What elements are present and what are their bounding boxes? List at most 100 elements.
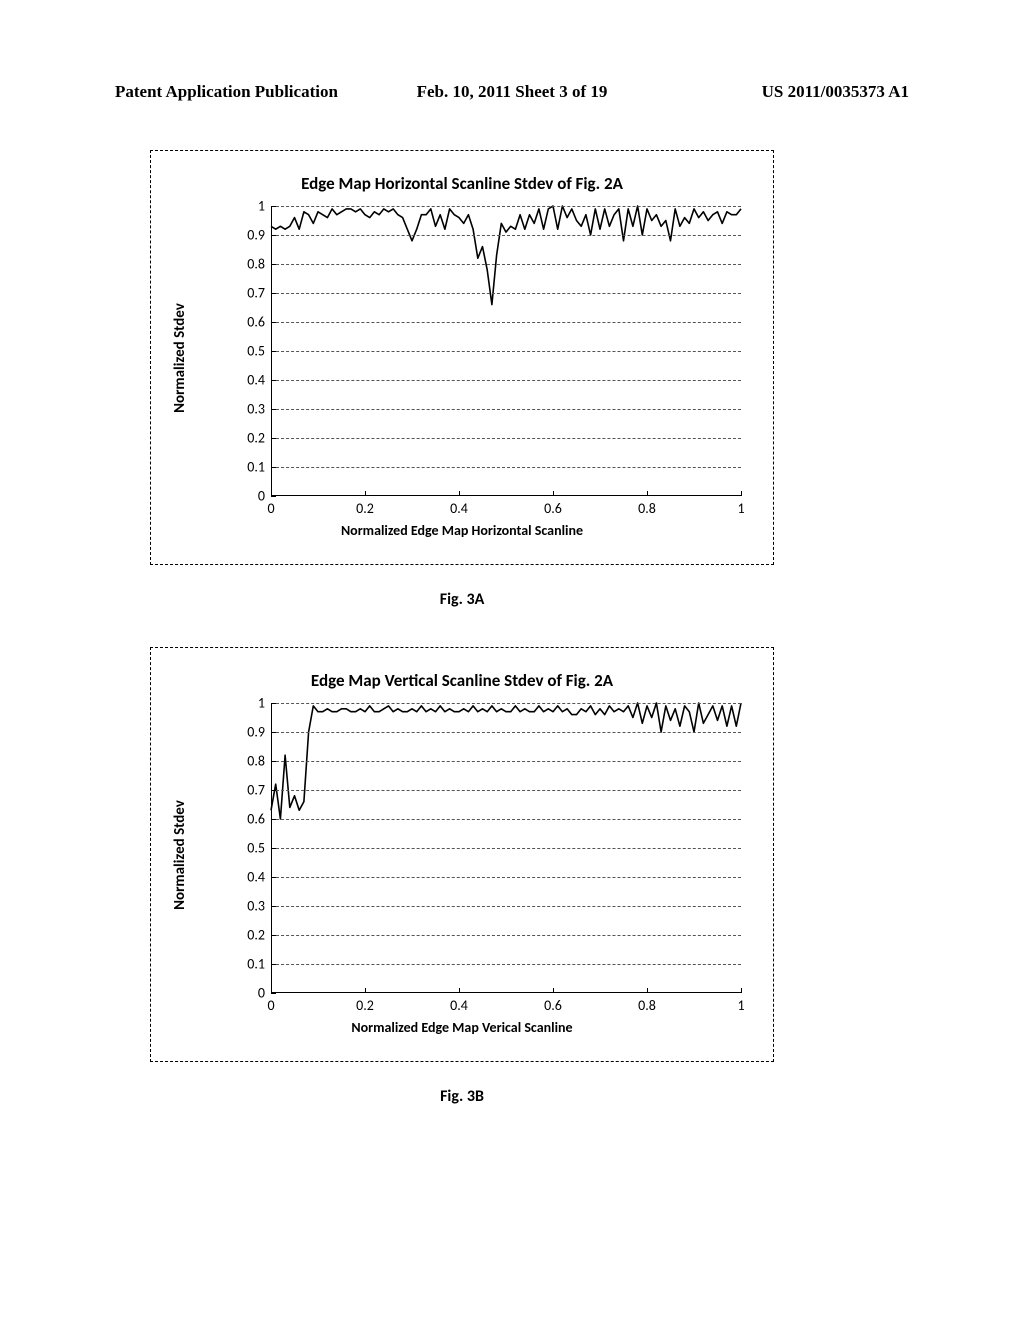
xtick-label: 0.6 bbox=[544, 500, 562, 517]
xtick bbox=[741, 988, 742, 993]
xtick bbox=[459, 988, 460, 993]
plot-area-b: 00.10.20.30.40.50.60.70.80.9100.20.40.60… bbox=[271, 703, 741, 993]
ytick-label: 0.2 bbox=[247, 430, 265, 447]
ytick bbox=[271, 761, 276, 762]
xtick-label: 0.6 bbox=[544, 997, 562, 1014]
page-header: Patent Application Publication Feb. 10, … bbox=[115, 82, 909, 102]
figure-3a: Edge Map Horizontal Scanline Stdev of Fi… bbox=[150, 150, 774, 609]
gridline bbox=[271, 877, 741, 878]
gridline bbox=[271, 293, 741, 294]
gridline bbox=[271, 438, 741, 439]
gridline bbox=[271, 264, 741, 265]
xlabel-a: Normalized Edge Map Horizontal Scanline bbox=[151, 522, 773, 539]
gridline bbox=[271, 206, 741, 207]
gridline bbox=[271, 906, 741, 907]
gridline bbox=[271, 848, 741, 849]
xtick bbox=[647, 491, 648, 496]
ytick bbox=[271, 409, 276, 410]
xtick bbox=[553, 491, 554, 496]
ytick-label: 0.3 bbox=[247, 898, 265, 915]
ytick-label: 1 bbox=[258, 198, 265, 215]
chart-title-a: Edge Map Horizontal Scanline Stdev of Fi… bbox=[151, 173, 773, 194]
gridline bbox=[271, 819, 741, 820]
ytick-label: 0.2 bbox=[247, 927, 265, 944]
gridline bbox=[271, 732, 741, 733]
ytick-label: 0.4 bbox=[247, 869, 265, 886]
xtick-label: 1 bbox=[737, 500, 744, 517]
ytick bbox=[271, 993, 276, 994]
gridline bbox=[271, 351, 741, 352]
xtick-label: 0.4 bbox=[450, 997, 468, 1014]
xtick-label: 0.2 bbox=[356, 500, 374, 517]
ytick-label: 0.3 bbox=[247, 401, 265, 418]
gridline bbox=[271, 964, 741, 965]
ytick bbox=[271, 206, 276, 207]
xtick bbox=[647, 988, 648, 993]
ytick-label: 0.1 bbox=[247, 459, 265, 476]
ytick bbox=[271, 496, 276, 497]
ytick bbox=[271, 848, 276, 849]
xtick bbox=[553, 988, 554, 993]
ytick bbox=[271, 438, 276, 439]
ytick bbox=[271, 964, 276, 965]
gridline bbox=[271, 322, 741, 323]
xtick-label: 0.8 bbox=[638, 997, 656, 1014]
ytick bbox=[271, 906, 276, 907]
xtick bbox=[271, 491, 272, 496]
ytick-label: 0.6 bbox=[247, 811, 265, 828]
xtick bbox=[271, 988, 272, 993]
line-series-a bbox=[271, 206, 741, 305]
plot-area-a: 00.10.20.30.40.50.60.70.80.9100.20.40.60… bbox=[271, 206, 741, 496]
xtick-label: 0.4 bbox=[450, 500, 468, 517]
gridline bbox=[271, 235, 741, 236]
ytick bbox=[271, 877, 276, 878]
ytick-label: 0.1 bbox=[247, 956, 265, 973]
xtick-label: 1 bbox=[737, 997, 744, 1014]
ytick bbox=[271, 467, 276, 468]
ytick bbox=[271, 732, 276, 733]
ytick bbox=[271, 322, 276, 323]
ytick-label: 0.7 bbox=[247, 285, 265, 302]
ytick-label: 1 bbox=[258, 695, 265, 712]
ytick bbox=[271, 703, 276, 704]
gridline bbox=[271, 790, 741, 791]
gridline bbox=[271, 761, 741, 762]
ytick-label: 0.9 bbox=[247, 227, 265, 244]
xtick-label: 0.2 bbox=[356, 997, 374, 1014]
ytick bbox=[271, 264, 276, 265]
ytick-label: 0.8 bbox=[247, 256, 265, 273]
xtick-label: 0 bbox=[267, 997, 274, 1014]
ytick-label: 0.7 bbox=[247, 782, 265, 799]
figure-caption-b: Fig. 3B bbox=[150, 1087, 774, 1106]
xtick bbox=[459, 491, 460, 496]
ylabel-b: Normalized Stdev bbox=[171, 648, 189, 1061]
header-center: Feb. 10, 2011 Sheet 3 of 19 bbox=[115, 82, 909, 102]
ytick-label: 0 bbox=[258, 488, 265, 505]
xtick-label: 0.8 bbox=[638, 500, 656, 517]
gridline bbox=[271, 380, 741, 381]
gridline bbox=[271, 467, 741, 468]
ytick-label: 0.9 bbox=[247, 724, 265, 741]
gridline bbox=[271, 409, 741, 410]
figure-3b: Edge Map Vertical Scanline Stdev of Fig.… bbox=[150, 647, 774, 1106]
xlabel-b: Normalized Edge Map Verical Scanline bbox=[151, 1019, 773, 1036]
gridline bbox=[271, 703, 741, 704]
ytick-label: 0.5 bbox=[247, 840, 265, 857]
ytick bbox=[271, 380, 276, 381]
chart-panel-a: Edge Map Horizontal Scanline Stdev of Fi… bbox=[150, 150, 774, 565]
xtick bbox=[365, 491, 366, 496]
ytick-label: 0.6 bbox=[247, 314, 265, 331]
xtick bbox=[365, 988, 366, 993]
figure-caption-a: Fig. 3A bbox=[150, 590, 774, 609]
xtick bbox=[741, 491, 742, 496]
ytick bbox=[271, 235, 276, 236]
ytick bbox=[271, 935, 276, 936]
chart-title-b: Edge Map Vertical Scanline Stdev of Fig.… bbox=[151, 670, 773, 691]
ytick bbox=[271, 351, 276, 352]
ytick-label: 0.5 bbox=[247, 343, 265, 360]
ylabel-a: Normalized Stdev bbox=[171, 151, 189, 564]
ytick bbox=[271, 790, 276, 791]
ytick-label: 0 bbox=[258, 985, 265, 1002]
ytick bbox=[271, 819, 276, 820]
chart-panel-b: Edge Map Vertical Scanline Stdev of Fig.… bbox=[150, 647, 774, 1062]
